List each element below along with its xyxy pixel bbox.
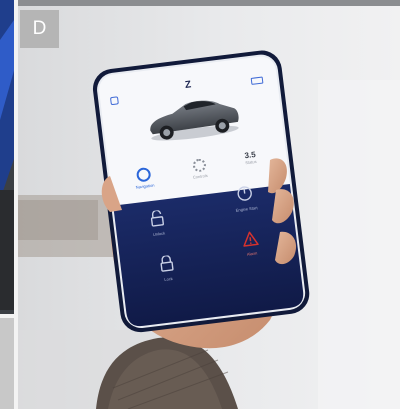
panel-divider-horizontal bbox=[0, 314, 16, 318]
photo-scene: Z Navigation Controls 3.5 Status Unlock … bbox=[0, 0, 400, 409]
panel-label: D bbox=[20, 10, 59, 48]
main-photo bbox=[18, 0, 400, 409]
